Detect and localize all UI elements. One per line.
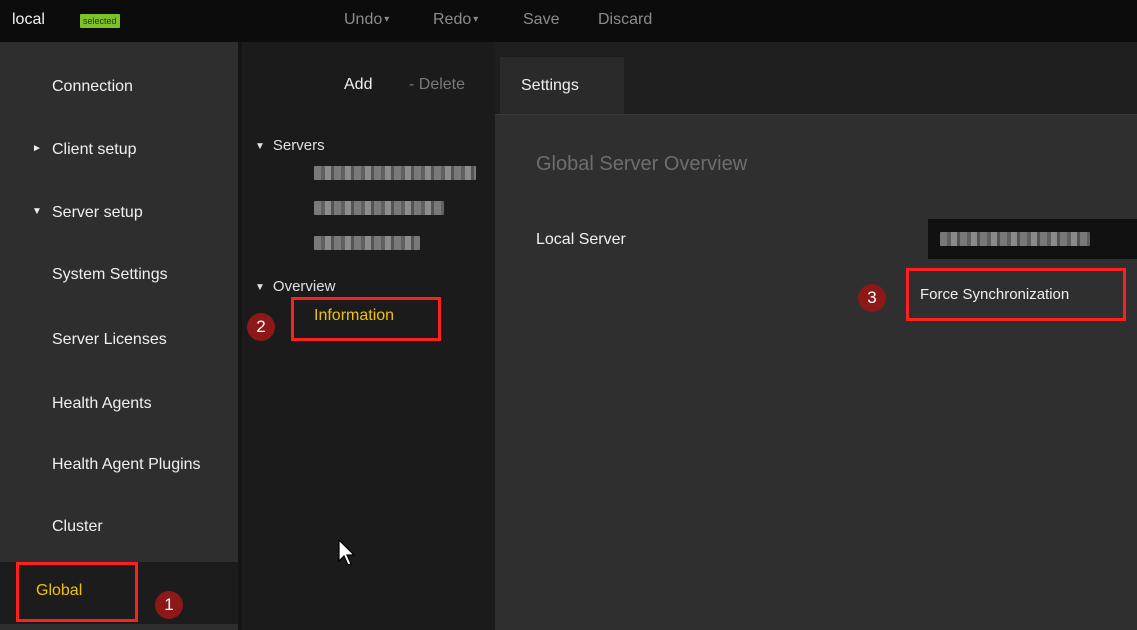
expand-arrow-icon[interactable]: ►	[32, 143, 42, 154]
sidebar-item-server-licenses[interactable]: Server Licenses	[0, 311, 238, 373]
tree-node-label: Overview	[272, 278, 336, 295]
collapse-arrow-icon[interactable]: ▼	[255, 282, 265, 293]
mouse-cursor-icon	[338, 539, 356, 566]
tree-item-redacted-server[interactable]	[314, 236, 420, 250]
step-badge-2: 2	[247, 313, 275, 341]
sidebar-item-label: Health Agents	[52, 395, 152, 412]
collapse-arrow-icon[interactable]: ▼	[255, 141, 265, 152]
sidebar-item-cluster[interactable]: Cluster	[0, 498, 238, 560]
tree-node-label: Servers	[272, 137, 325, 154]
sidebar-item-label: Health Agent Plugins	[52, 456, 201, 473]
sidebar-item-label: Connection	[52, 78, 133, 95]
sidebar-item-health-agents[interactable]: Health Agents	[0, 375, 238, 437]
local-server-value	[928, 219, 1137, 259]
highlight-box-force-sync	[906, 268, 1126, 321]
tree-node-overview[interactable]: ▼ Overview	[255, 278, 335, 295]
sidebar-item-system-settings[interactable]: System Settings	[0, 246, 238, 308]
delete-button[interactable]: - Delete	[409, 76, 465, 94]
tree-node-servers[interactable]: ▼ Servers	[255, 137, 325, 154]
save-button[interactable]: Save	[523, 11, 559, 29]
tree-item-redacted-server[interactable]	[314, 201, 444, 215]
settings-content	[495, 114, 1137, 630]
sidebar-item-health-agent-plugins[interactable]: Health Agent Plugins	[0, 436, 238, 498]
add-button[interactable]: Add	[344, 76, 372, 94]
step-badge-3: 3	[858, 284, 886, 312]
chevron-down-icon: ▾	[473, 14, 479, 25]
redacted-server-name	[940, 232, 1090, 246]
chevron-down-icon: ▾	[384, 14, 390, 25]
local-server-label: Local Server	[536, 231, 626, 248]
sidebar-item-server-setup[interactable]: ▼ Server setup	[0, 184, 238, 246]
highlight-box-global	[16, 562, 138, 622]
sidebar-item-label: Client setup	[52, 141, 137, 158]
sidebar-item-label: System Settings	[52, 266, 168, 283]
top-toolbar: local selected Undo ▾ Redo ▾ Save Discard	[0, 0, 1137, 42]
sidebar-item-connection[interactable]: Connection	[0, 58, 238, 120]
redo-button[interactable]: Redo ▾	[433, 11, 478, 29]
selected-badge: selected	[80, 14, 120, 28]
profile-name[interactable]: local	[12, 11, 45, 29]
highlight-box-information	[291, 297, 441, 341]
sidebar-item-client-setup[interactable]: ► Client setup	[0, 121, 238, 183]
sidebar-item-label: Server setup	[52, 204, 143, 221]
tab-settings-label: Settings	[521, 77, 579, 94]
step-badge-1: 1	[155, 591, 183, 619]
sidebar-item-label: Cluster	[52, 518, 103, 535]
undo-button[interactable]: Undo ▾	[344, 11, 389, 29]
sidebar-item-label: Server Licenses	[52, 331, 167, 348]
discard-button[interactable]: Discard	[598, 11, 652, 29]
tree-item-redacted-server[interactable]	[314, 166, 476, 180]
collapse-arrow-icon[interactable]: ▼	[32, 206, 42, 217]
page-title: Global Server Overview	[536, 153, 748, 175]
